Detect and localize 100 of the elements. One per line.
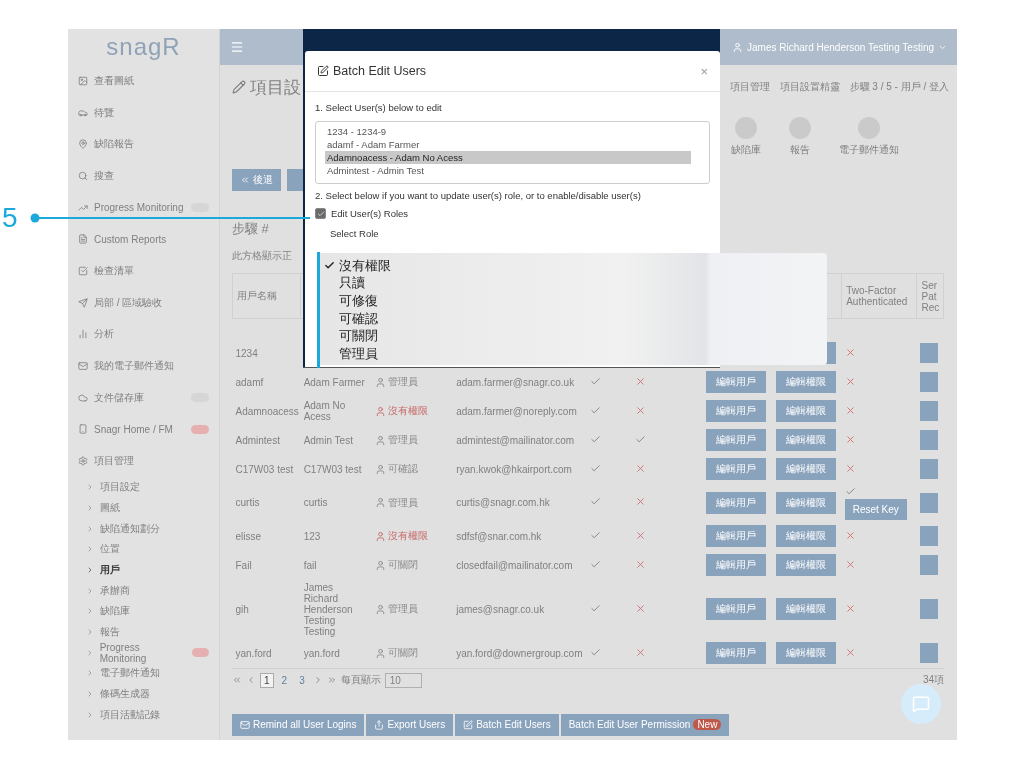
reset-key-button[interactable]: Reset Key xyxy=(844,498,907,520)
sidebar-sublink[interactable]: 位置 xyxy=(100,542,120,557)
sidebar-link[interactable]: 查看圖紙 xyxy=(94,73,134,88)
user-option[interactable]: 1234 - 1234-9 xyxy=(325,125,691,138)
edit-user-button[interactable]: 編輯用戶 xyxy=(706,598,767,620)
role-option[interactable]: 可關閉 xyxy=(339,327,378,346)
document-icon xyxy=(78,234,88,245)
edit-permission-button[interactable]: 編輯權限 xyxy=(775,371,836,393)
edit-permission-button[interactable]: 編輯權限 xyxy=(775,642,836,664)
bar-chart-icon xyxy=(78,329,88,340)
sidebar-sublink[interactable]: 缺陷通知劃分 xyxy=(100,521,160,536)
action-button[interactable] xyxy=(919,492,938,513)
page-link[interactable]: 3 xyxy=(295,672,309,688)
edit-user-button[interactable]: 編輯用戶 xyxy=(706,429,767,451)
action-button[interactable] xyxy=(919,343,938,363)
per-page-select[interactable]: 10 xyxy=(384,672,422,688)
role-option[interactable]: 可確認 xyxy=(339,309,378,328)
edit-permission-button[interactable]: 編輯權限 xyxy=(775,554,836,576)
sidebar-sublink[interactable]: 承辦商 xyxy=(100,583,130,598)
action-button[interactable]: Remind all User Logins xyxy=(232,713,365,736)
role-option[interactable]: 沒有權限 xyxy=(339,256,391,275)
back-button[interactable]: 後退 xyxy=(232,169,281,191)
action-button[interactable] xyxy=(919,459,938,479)
chevron-icon xyxy=(86,648,94,657)
chevron-icon xyxy=(86,586,94,595)
user-option[interactable]: Admintest - Admin Test xyxy=(325,164,691,177)
user-menu[interactable]: James Richard Henderson Testing Testing xyxy=(732,41,947,53)
edit-permission-button[interactable]: 編輯權限 xyxy=(775,525,836,547)
chevron-icon xyxy=(86,690,94,699)
checkbox[interactable] xyxy=(315,208,326,219)
action-button[interactable] xyxy=(919,526,938,546)
action-button[interactable]: Export Users xyxy=(366,713,454,736)
breadcrumb-link[interactable]: 項目管理 xyxy=(729,80,770,94)
action-button[interactable] xyxy=(919,555,938,575)
action-button[interactable]: Batch Edit User Permission New xyxy=(560,713,730,736)
sidebar-sublink[interactable]: 報告 xyxy=(100,625,120,640)
sidebar-sublink[interactable]: 項目活動記錄 xyxy=(100,707,160,722)
action-button[interactable] xyxy=(919,643,938,663)
edit-user-button[interactable]: 編輯用戶 xyxy=(706,642,767,664)
settings-icon xyxy=(78,456,88,467)
sidebar-link[interactable]: 項目管理 xyxy=(94,454,134,469)
cloud-icon xyxy=(78,392,88,403)
user-list[interactable]: 1234 - 1234-9 adamf - Adam Farmer Adamnoacess - Adam No Acess Admintest - Admin Test xyxy=(315,121,710,184)
sidebar-link[interactable]: Snagr Home / FM xyxy=(94,423,173,435)
sidebar-sublink[interactable]: 缺陷庫 xyxy=(100,604,130,619)
sidebar-link[interactable]: Custom Reports xyxy=(94,233,167,245)
breadcrumb-link[interactable]: 步驟 3 / 5 - 用戶 / 登入 xyxy=(849,80,949,94)
person-icon xyxy=(732,41,744,53)
action-button[interactable] xyxy=(919,372,938,392)
edit-user-button[interactable]: 編輯用戶 xyxy=(706,458,767,480)
sidebar-sublink[interactable]: Progress Monitoring xyxy=(99,641,186,664)
sidebar-sublink[interactable]: 用戶 xyxy=(100,563,120,578)
sidebar-link[interactable]: Progress Monitoring xyxy=(94,202,184,214)
previous-page-icon[interactable] xyxy=(246,675,256,685)
action-button[interactable] xyxy=(919,401,938,421)
edit-permission-button[interactable]: 編輯權限 xyxy=(775,429,836,451)
sidebar-link[interactable]: 我的電子郵件通知 xyxy=(94,359,174,374)
action-button[interactable] xyxy=(919,599,938,619)
last-page-icon[interactable] xyxy=(326,675,337,685)
edit-user-button[interactable]: 編輯用戶 xyxy=(706,371,767,393)
chat-button[interactable] xyxy=(901,684,941,724)
edit-user-button[interactable]: 編輯用戶 xyxy=(706,491,767,514)
edit-user-button[interactable]: 編輯用戶 xyxy=(706,525,767,547)
page-link[interactable]: 2 xyxy=(277,672,292,688)
role-label: 管理員 xyxy=(387,602,418,616)
edit-user-button[interactable]: 編輯用戶 xyxy=(706,554,767,576)
role-option[interactable]: 管理員 xyxy=(339,344,378,363)
sidebar-link[interactable]: 分析 xyxy=(94,327,114,342)
table-cell: yan.ford@downergroup.com xyxy=(456,647,583,659)
page-link[interactable]: 1 xyxy=(260,672,274,688)
sidebar-link[interactable]: 搜查 xyxy=(94,168,114,183)
sidebar-link[interactable]: 待覽 xyxy=(94,105,114,120)
first-page-icon[interactable] xyxy=(232,675,242,685)
role-option[interactable]: 可修復 xyxy=(339,292,378,310)
edit-permission-button[interactable]: 編輯權限 xyxy=(775,598,836,620)
action-button[interactable]: Batch Edit Users xyxy=(455,713,559,736)
edit-permission-button[interactable]: 編輯權限 xyxy=(775,400,836,422)
edit-permission-button[interactable]: 編輯權限 xyxy=(775,491,836,514)
sidebar-link[interactable]: 檢查清單 xyxy=(94,263,134,278)
user-option[interactable]: adamf - Adam Farmer xyxy=(325,138,691,151)
mail-icon xyxy=(240,719,250,730)
sidebar-sublink[interactable]: 條碼生成器 xyxy=(100,687,150,702)
action-button[interactable] xyxy=(919,430,938,450)
user-option[interactable]: Adamnoacess - Adam No Acess xyxy=(325,151,691,164)
sidebar-link[interactable]: 文件儲存庫 xyxy=(94,390,144,405)
sidebar-link[interactable]: 局部 / 區域驗收 xyxy=(94,295,163,310)
table-cell: fail xyxy=(303,559,317,571)
pin-icon xyxy=(78,139,88,150)
sidebar-sublink[interactable]: 圖紙 xyxy=(100,500,120,515)
menu-icon[interactable] xyxy=(230,40,244,54)
edit-permission-button[interactable]: 編輯權限 xyxy=(775,458,836,480)
close-button[interactable]: × xyxy=(700,63,708,79)
breadcrumb-link[interactable]: 項目設置精靈 xyxy=(779,80,840,94)
edit-user-button[interactable]: 編輯用戶 xyxy=(706,400,767,422)
sidebar-sublink[interactable]: 項目設定 xyxy=(100,480,140,495)
sidebar-link[interactable]: 缺陷報告 xyxy=(94,137,134,152)
pencil-icon xyxy=(232,80,246,94)
sidebar-sublink[interactable]: 電子郵件通知 xyxy=(100,666,160,681)
role-option[interactable]: 只讀 xyxy=(339,274,365,293)
table-cell: C17W03 test xyxy=(303,463,362,475)
